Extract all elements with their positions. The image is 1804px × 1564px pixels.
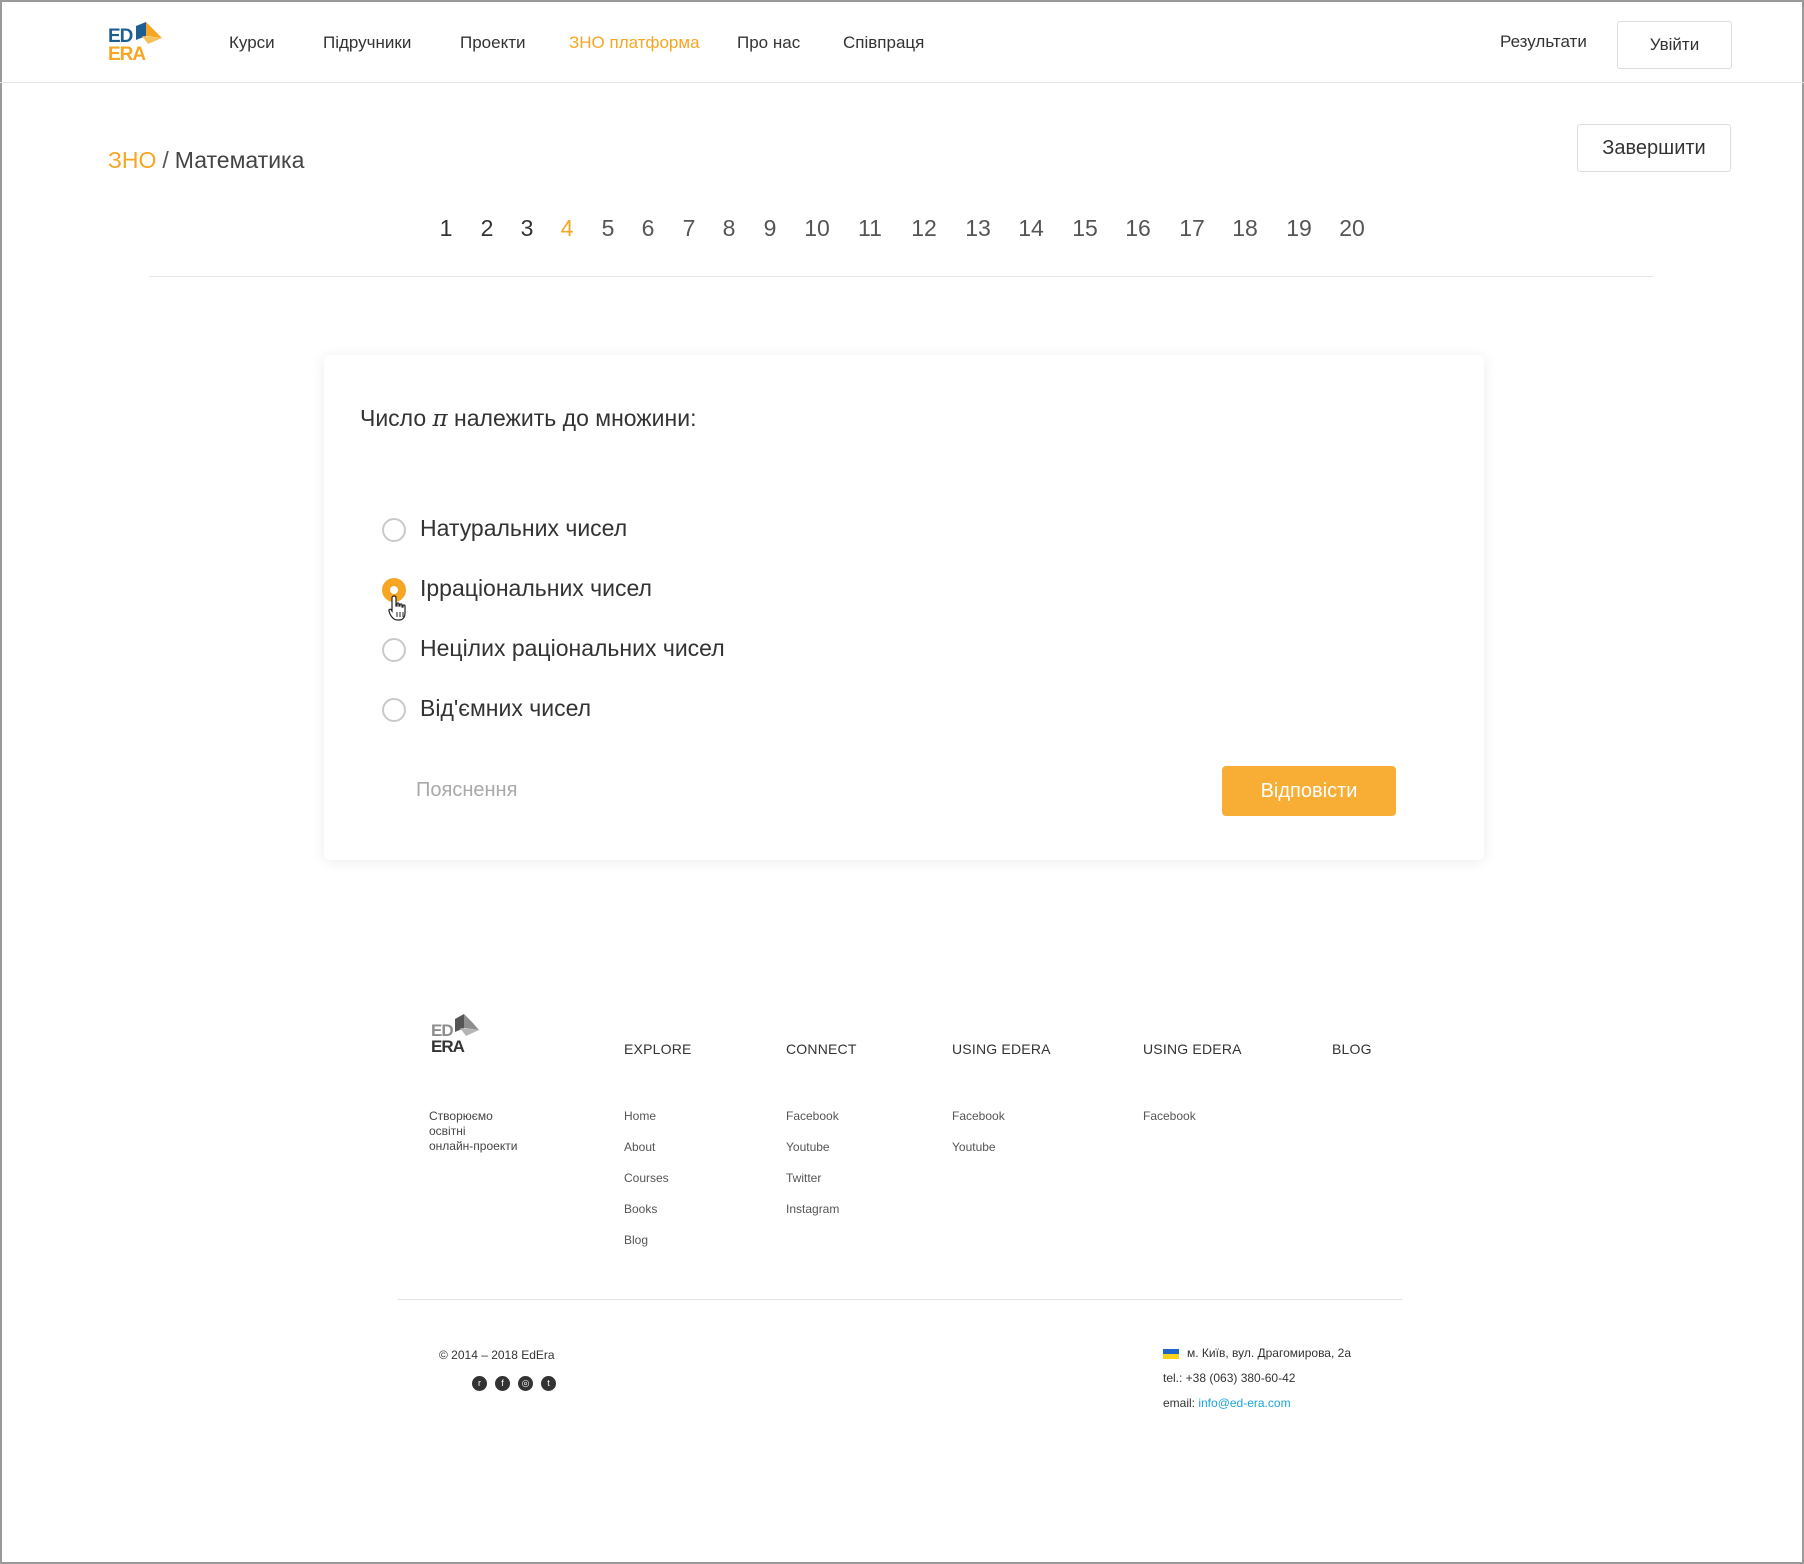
question-number[interactable]: 18 <box>1232 215 1258 242</box>
question-number[interactable]: 8 <box>723 215 736 242</box>
copyright: © 2014 – 2018 EdEra <box>439 1348 555 1362</box>
question-number[interactable]: 20 <box>1339 215 1365 242</box>
footer-link[interactable]: Youtube <box>786 1140 839 1171</box>
nav-item-projects[interactable]: Проекти <box>460 33 526 53</box>
footer-link[interactable]: Courses <box>624 1171 669 1202</box>
footer-contacts: м. Київ, вул. Драгомирова, 2а tel.: +38 … <box>1163 1346 1351 1421</box>
question-number[interactable]: 17 <box>1179 215 1205 242</box>
question-card: Число π належить до множини: Натуральних… <box>324 355 1484 860</box>
footer-column-title-blog[interactable]: BLOG <box>1332 1041 1372 1057</box>
explanation-link[interactable]: Пояснення <box>416 779 517 802</box>
answer-option-label: Від'ємних чисел <box>420 695 592 721</box>
email-prefix: email: <box>1163 1396 1199 1410</box>
question-number[interactable]: 19 <box>1286 215 1312 242</box>
question-number[interactable]: 3 <box>521 215 534 242</box>
footer-link[interactable]: Twitter <box>786 1171 839 1202</box>
reddit-icon[interactable]: r <box>472 1376 487 1391</box>
question-number-current[interactable]: 4 <box>561 215 574 242</box>
breadcrumb-zno[interactable]: ЗНО <box>108 147 156 173</box>
radio-button[interactable] <box>382 638 406 662</box>
question-number[interactable]: 5 <box>602 215 615 242</box>
answer-option-label: Нецілих раціональних чисел <box>420 635 725 661</box>
answer-option-label: Натуральних чисел <box>420 515 628 541</box>
question-number[interactable]: 16 <box>1125 215 1151 242</box>
address-text: м. Київ, вул. Драгомирова, 2а <box>1187 1346 1351 1360</box>
footer-tagline: Створюємо освітні онлайн-проекти <box>429 1109 539 1154</box>
footer-link[interactable]: Blog <box>624 1233 669 1264</box>
login-button[interactable]: Увійти <box>1617 21 1732 69</box>
question-text-before: Число <box>360 405 433 431</box>
question-number[interactable]: 6 <box>642 215 655 242</box>
question-number[interactable]: 12 <box>911 215 937 242</box>
hand-cursor-icon <box>388 595 406 621</box>
footer-link[interactable]: Home <box>624 1109 669 1140</box>
question-number[interactable]: 9 <box>764 215 777 242</box>
footer-column-title-using-edera: USING EDERA <box>952 1041 1051 1057</box>
question-number[interactable]: 14 <box>1018 215 1044 242</box>
question-number[interactable]: 7 <box>683 215 696 242</box>
footer-column-using-edera: Facebook Youtube <box>952 1109 1005 1171</box>
footer-column-title-explore: EXPLORE <box>624 1041 692 1057</box>
question-text-after: належить до множини: <box>447 405 697 431</box>
footer-column-explore: Home About Courses Books Blog <box>624 1109 669 1264</box>
question-number[interactable]: 10 <box>804 215 830 242</box>
footer-column-title-using-edera-2: USING EDERA <box>1143 1041 1242 1057</box>
question-number-nav: 1 2 3 4 5 6 7 8 9 10 11 12 13 14 15 16 1… <box>0 215 1804 245</box>
footer-link[interactable]: Facebook <box>952 1109 1005 1140</box>
facebook-icon[interactable]: f <box>495 1376 510 1391</box>
footer-column-using-edera-2: Facebook <box>1143 1109 1196 1140</box>
email-link[interactable]: info@ed-era.com <box>1198 1396 1290 1410</box>
footer-link[interactable]: About <box>624 1140 669 1171</box>
nav-item-cooperation[interactable]: Співпраця <box>843 33 924 53</box>
radio-button[interactable] <box>382 518 406 542</box>
breadcrumb-current: Математика <box>174 147 305 173</box>
tagline-line: освітні <box>429 1124 466 1138</box>
tagline-line: Створюємо <box>429 1109 493 1123</box>
tagline-line: онлайн-проекти <box>429 1139 518 1153</box>
question-text: Число π належить до множини: <box>360 405 696 432</box>
finish-button[interactable]: Завершити <box>1577 124 1731 172</box>
pi-symbol: π <box>432 406 448 432</box>
phone-text: tel.: +38 (063) 380-60-42 <box>1163 1371 1296 1385</box>
address-row: м. Київ, вул. Драгомирова, 2а <box>1163 1346 1351 1371</box>
question-number[interactable]: 13 <box>965 215 991 242</box>
nav-item-zno-platform[interactable]: ЗНО платформа <box>569 33 700 53</box>
answer-option-label: Ірраціональних чисел <box>420 575 652 601</box>
email-row: email: info@ed-era.com <box>1163 1396 1351 1421</box>
question-number[interactable]: 2 <box>481 215 494 242</box>
breadcrumb-separator: / <box>162 147 169 173</box>
ukraine-flag-icon <box>1163 1348 1179 1359</box>
question-nav-divider <box>149 276 1654 277</box>
nav-item-courses[interactable]: Курси <box>229 33 275 53</box>
question-number[interactable]: 11 <box>858 215 882 242</box>
nav-item-textbooks[interactable]: Підручники <box>323 33 411 53</box>
footer-link[interactable]: Books <box>624 1202 669 1233</box>
footer-column-title-connect: CONNECT <box>786 1041 857 1057</box>
footer-link[interactable]: Facebook <box>786 1109 839 1140</box>
edera-logo[interactable]: ED ERA <box>106 22 162 66</box>
radio-button[interactable] <box>382 698 406 722</box>
logo-text-era: ERA <box>108 44 146 65</box>
footer-link[interactable]: Youtube <box>952 1140 1005 1171</box>
top-header: ED ERA Курси Підручники Проекти ЗНО плат… <box>0 0 1804 83</box>
footer-logo[interactable]: ED ERA <box>429 1014 485 1058</box>
breadcrumb: ЗНО / Математика <box>108 147 304 174</box>
nav-item-about[interactable]: Про нас <box>737 33 800 53</box>
question-number[interactable]: 1 <box>440 215 453 242</box>
footer-column-connect: Facebook Youtube Twitter Instagram <box>786 1109 839 1233</box>
question-number[interactable]: 15 <box>1072 215 1098 242</box>
footer-link[interactable]: Instagram <box>786 1202 839 1233</box>
instagram-icon[interactable]: ◎ <box>518 1376 533 1391</box>
answer-button[interactable]: Відповісти <box>1222 766 1396 816</box>
footer-link[interactable]: Facebook <box>1143 1109 1196 1140</box>
footer-logo-text-era: ERA <box>431 1037 465 1056</box>
results-link[interactable]: Результати <box>1500 32 1587 52</box>
twitter-icon[interactable]: t <box>541 1376 556 1391</box>
footer-divider <box>398 1299 1402 1300</box>
